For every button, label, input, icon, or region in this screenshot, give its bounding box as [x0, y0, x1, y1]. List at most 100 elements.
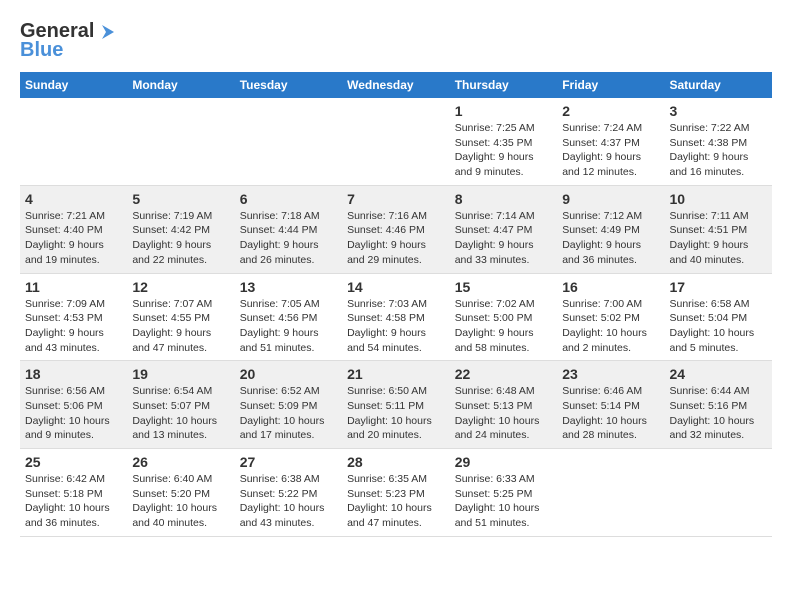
day-number: 9 — [562, 191, 659, 207]
day-number: 26 — [132, 454, 229, 470]
day-cell: 24 Sunrise: 6:44 AMSunset: 5:16 PMDayligh… — [665, 361, 773, 449]
day-info: Sunrise: 7:07 AMSunset: 4:55 PMDaylight:… — [132, 297, 229, 356]
day-number: 8 — [455, 191, 552, 207]
day-cell: 17Sunrise: 6:58 AMSunset: 5:04 PMDayligh… — [665, 273, 773, 361]
day-info: Sunrise: 7:22 AMSunset: 4:38 PMDaylight:… — [670, 121, 768, 180]
logo-text-blue: Blue — [20, 39, 63, 62]
day-info: Sunrise: 7:12 AMSunset: 4:49 PMDaylight:… — [562, 209, 659, 268]
day-number: 4 — [25, 191, 122, 207]
week-row-1: 1 Sunrise: 7:25 AMSunset: 4:35 PMDaylight… — [20, 98, 772, 185]
day-number: 19 — [132, 366, 229, 382]
day-cell: 13 Sunrise: 7:05 AMSunset: 4:56 PMDayligh… — [235, 273, 342, 361]
day-number: 21 — [347, 366, 445, 382]
day-info: Sunrise: 7:11 AMSunset: 4:51 PMDaylight:… — [670, 209, 768, 268]
day-number: 12 — [132, 279, 229, 295]
day-cell: 25 Sunrise: 6:42 AMSunset: 5:18 PMDayligh… — [20, 449, 127, 537]
day-cell: 22 Sunrise: 6:48 AMSunset: 5:13 PMDayligh… — [450, 361, 557, 449]
day-cell: 5 Sunrise: 7:19 AMSunset: 4:42 PMDaylight… — [127, 185, 234, 273]
day-info: Sunrise: 7:05 AMSunset: 4:56 PMDaylight:… — [240, 297, 337, 356]
day-number: 22 — [455, 366, 552, 382]
day-cell: 4 Sunrise: 7:21 AMSunset: 4:40 PMDaylight… — [20, 185, 127, 273]
calendar-table: SundayMondayTuesdayWednesdayThursdayFrid… — [20, 72, 772, 537]
day-cell — [20, 98, 127, 185]
day-cell — [127, 98, 234, 185]
col-header-thursday: Thursday — [450, 72, 557, 98]
day-cell: 28 Sunrise: 6:35 AMSunset: 5:23 PMDayligh… — [342, 449, 450, 537]
col-header-sunday: Sunday — [20, 72, 127, 98]
day-info: Sunrise: 6:58 AMSunset: 5:04 PMDaylight:… — [670, 297, 768, 356]
logo-bird-icon — [94, 23, 116, 41]
day-cell: 12 Sunrise: 7:07 AMSunset: 4:55 PMDayligh… — [127, 273, 234, 361]
day-cell: 14Sunrise: 7:03 AMSunset: 4:58 PMDayligh… — [342, 273, 450, 361]
day-cell — [235, 98, 342, 185]
day-cell: 20 Sunrise: 6:52 AMSunset: 5:09 PMDayligh… — [235, 361, 342, 449]
day-info: Sunrise: 6:42 AMSunset: 5:18 PMDaylight:… — [25, 472, 122, 531]
col-header-wednesday: Wednesday — [342, 72, 450, 98]
day-number: 25 — [25, 454, 122, 470]
day-number: 28 — [347, 454, 445, 470]
col-header-tuesday: Tuesday — [235, 72, 342, 98]
day-number: 15 — [455, 279, 552, 295]
day-cell: 10 Sunrise: 7:11 AMSunset: 4:51 PMDayligh… — [665, 185, 773, 273]
logo-container: General Blue — [20, 20, 116, 62]
day-cell: 21 Sunrise: 6:50 AMSunset: 5:11 PMDayligh… — [342, 361, 450, 449]
day-info: Sunrise: 7:02 AMSunset: 5:00 PMDaylight:… — [455, 297, 552, 356]
day-info: Sunrise: 7:25 AMSunset: 4:35 PMDaylight:… — [455, 121, 552, 180]
day-cell — [557, 449, 664, 537]
week-row-5: 25 Sunrise: 6:42 AMSunset: 5:18 PMDayligh… — [20, 449, 772, 537]
day-cell: 11Sunrise: 7:09 AMSunset: 4:53 PMDayligh… — [20, 273, 127, 361]
day-cell — [665, 449, 773, 537]
day-info: Sunrise: 7:00 AMSunset: 5:02 PMDaylight:… — [562, 297, 659, 356]
day-cell: 6 Sunrise: 7:18 AMSunset: 4:44 PMDaylight… — [235, 185, 342, 273]
day-number: 23 — [562, 366, 659, 382]
day-number: 11 — [25, 279, 122, 295]
day-number: 7 — [347, 191, 445, 207]
day-cell: 26 Sunrise: 6:40 AMSunset: 5:20 PMDayligh… — [127, 449, 234, 537]
day-info: Sunrise: 6:54 AMSunset: 5:07 PMDaylight:… — [132, 384, 229, 443]
day-info: Sunrise: 7:21 AMSunset: 4:40 PMDaylight:… — [25, 209, 122, 268]
day-info: Sunrise: 6:56 AMSunset: 5:06 PMDaylight:… — [25, 384, 122, 443]
day-info: Sunrise: 6:52 AMSunset: 5:09 PMDaylight:… — [240, 384, 337, 443]
day-info: Sunrise: 6:48 AMSunset: 5:13 PMDaylight:… — [455, 384, 552, 443]
day-info: Sunrise: 7:16 AMSunset: 4:46 PMDaylight:… — [347, 209, 445, 268]
col-header-saturday: Saturday — [665, 72, 773, 98]
header-row: SundayMondayTuesdayWednesdayThursdayFrid… — [20, 72, 772, 98]
day-number: 27 — [240, 454, 337, 470]
day-number: 5 — [132, 191, 229, 207]
week-row-3: 11Sunrise: 7:09 AMSunset: 4:53 PMDayligh… — [20, 273, 772, 361]
day-cell: 29Sunrise: 6:33 AMSunset: 5:25 PMDayligh… — [450, 449, 557, 537]
logo: General Blue — [20, 20, 116, 62]
day-info: Sunrise: 7:14 AMSunset: 4:47 PMDaylight:… — [455, 209, 552, 268]
day-cell: 16 Sunrise: 7:00 AMSunset: 5:02 PMDayligh… — [557, 273, 664, 361]
day-info: Sunrise: 7:18 AMSunset: 4:44 PMDaylight:… — [240, 209, 337, 268]
day-info: Sunrise: 6:40 AMSunset: 5:20 PMDaylight:… — [132, 472, 229, 531]
col-header-monday: Monday — [127, 72, 234, 98]
day-info: Sunrise: 7:19 AMSunset: 4:42 PMDaylight:… — [132, 209, 229, 268]
day-number: 20 — [240, 366, 337, 382]
day-number: 16 — [562, 279, 659, 295]
week-row-2: 4 Sunrise: 7:21 AMSunset: 4:40 PMDaylight… — [20, 185, 772, 273]
day-number: 1 — [455, 103, 552, 119]
day-info: Sunrise: 6:35 AMSunset: 5:23 PMDaylight:… — [347, 472, 445, 531]
day-cell: 3 Sunrise: 7:22 AMSunset: 4:38 PMDaylight… — [665, 98, 773, 185]
day-number: 13 — [240, 279, 337, 295]
day-cell: 19 Sunrise: 6:54 AMSunset: 5:07 PMDayligh… — [127, 361, 234, 449]
day-info: Sunrise: 7:24 AMSunset: 4:37 PMDaylight:… — [562, 121, 659, 180]
day-number: 24 — [670, 366, 768, 382]
day-cell: 15 Sunrise: 7:02 AMSunset: 5:00 PMDayligh… — [450, 273, 557, 361]
day-number: 2 — [562, 103, 659, 119]
day-cell: 8 Sunrise: 7:14 AMSunset: 4:47 PMDaylight… — [450, 185, 557, 273]
day-number: 6 — [240, 191, 337, 207]
day-number: 10 — [670, 191, 768, 207]
day-cell: 18Sunrise: 6:56 AMSunset: 5:06 PMDayligh… — [20, 361, 127, 449]
day-info: Sunrise: 6:33 AMSunset: 5:25 PMDaylight:… — [455, 472, 552, 531]
day-cell: 2 Sunrise: 7:24 AMSunset: 4:37 PMDaylight… — [557, 98, 664, 185]
day-info: Sunrise: 6:44 AMSunset: 5:16 PMDaylight:… — [670, 384, 768, 443]
day-number: 14 — [347, 279, 445, 295]
day-cell: 27 Sunrise: 6:38 AMSunset: 5:22 PMDayligh… — [235, 449, 342, 537]
day-info: Sunrise: 6:38 AMSunset: 5:22 PMDaylight:… — [240, 472, 337, 531]
day-info: Sunrise: 6:50 AMSunset: 5:11 PMDaylight:… — [347, 384, 445, 443]
day-number: 3 — [670, 103, 768, 119]
col-header-friday: Friday — [557, 72, 664, 98]
day-info: Sunrise: 6:46 AMSunset: 5:14 PMDaylight:… — [562, 384, 659, 443]
